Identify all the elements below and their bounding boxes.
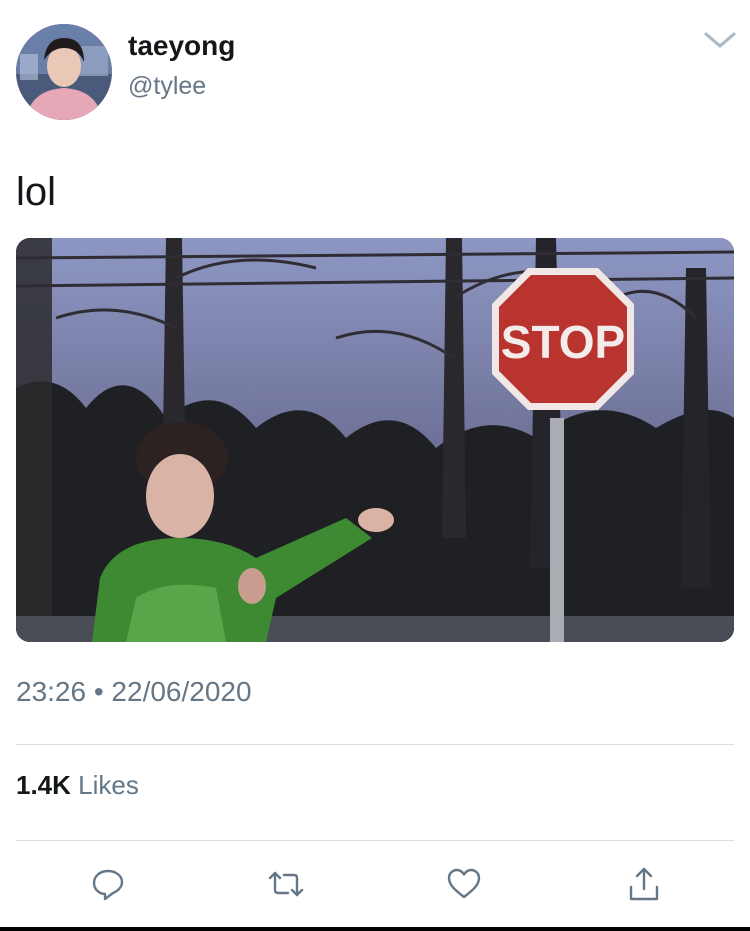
heart-icon (447, 868, 481, 899)
tweet-text: lol (16, 170, 57, 214)
user-handle[interactable]: @tylee (128, 72, 206, 101)
divider (16, 840, 734, 841)
chevron-down-icon (704, 32, 736, 48)
retweet-button[interactable] (264, 862, 308, 906)
like-button[interactable] (442, 862, 486, 906)
reply-button[interactable] (86, 862, 130, 906)
likes-count: 1.4K (16, 770, 71, 800)
tweet-media[interactable]: STOP (16, 238, 734, 642)
retweet-icon (268, 871, 304, 897)
likes-row[interactable]: 1.4K Likes (16, 770, 139, 801)
tweet-timestamp[interactable]: 23:26 • 22/06/2020 (16, 676, 252, 708)
avatar[interactable] (16, 24, 112, 120)
media-photo: STOP (16, 238, 734, 642)
likes-label: Likes (78, 770, 139, 800)
divider (16, 744, 734, 745)
share-icon (629, 867, 659, 901)
display-name[interactable]: taeyong (128, 30, 235, 62)
more-options-button[interactable] (700, 26, 740, 54)
share-button[interactable] (622, 862, 666, 906)
avatar-image (16, 24, 112, 120)
reply-icon (92, 869, 124, 901)
bottom-edge (0, 927, 750, 931)
stop-sign-text: STOP (501, 316, 625, 368)
